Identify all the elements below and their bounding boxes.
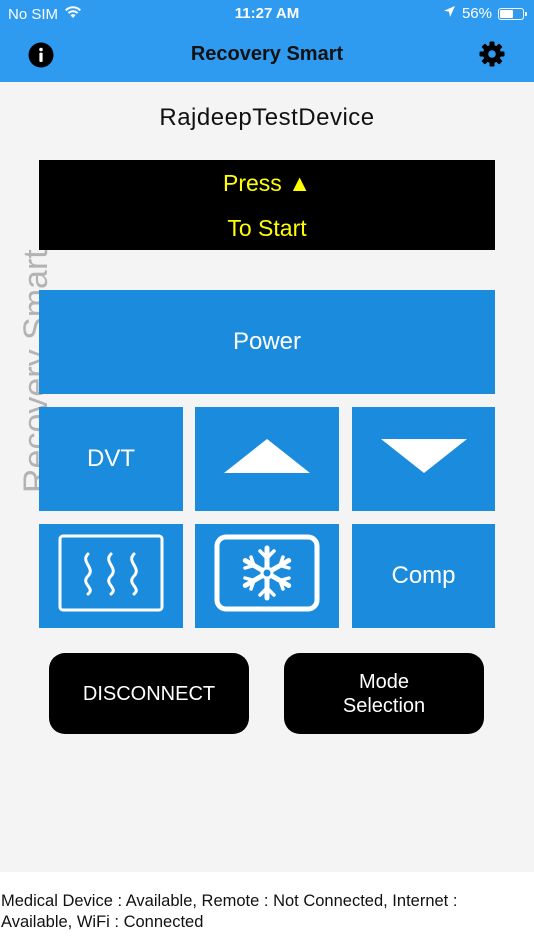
dvt-button[interactable]: DVT [39, 407, 183, 511]
heat-button[interactable] [39, 524, 183, 628]
comp-button[interactable]: Comp [352, 524, 495, 628]
status-bar-right: 56% [443, 5, 527, 22]
power-button[interactable]: Power [39, 290, 495, 394]
battery-percent: 56% [461, 5, 492, 22]
page-title: Recovery Smart [190, 43, 344, 65]
cold-button[interactable] [195, 524, 339, 628]
connection-status-text: Medical Device : Available, Remote : Not… [1, 892, 458, 931]
device-display: Press ▲ To Start [39, 160, 495, 250]
display-line-2: To Start [227, 215, 307, 241]
device-name: RajdeepTestDevice [159, 104, 375, 131]
down-button[interactable] [352, 407, 495, 511]
mode-selection-label: Mode Selection [342, 670, 426, 717]
status-bar: No SIM 11:27 AM 56% [0, 0, 534, 28]
battery-icon [498, 7, 527, 20]
heat-icon [58, 534, 164, 619]
up-button[interactable] [195, 407, 339, 511]
mode-selection-button[interactable]: Mode Selection [284, 653, 484, 734]
disconnect-button[interactable]: DISCONNECT [49, 653, 249, 734]
gear-icon[interactable] [479, 41, 505, 72]
up-arrow-icon [223, 438, 311, 481]
display-line-1: Press ▲ [223, 170, 311, 196]
navigation-bar: Recovery Smart [0, 28, 534, 82]
snowflake-icon [214, 534, 320, 619]
location-icon [443, 5, 456, 22]
down-arrow-icon [380, 438, 468, 481]
